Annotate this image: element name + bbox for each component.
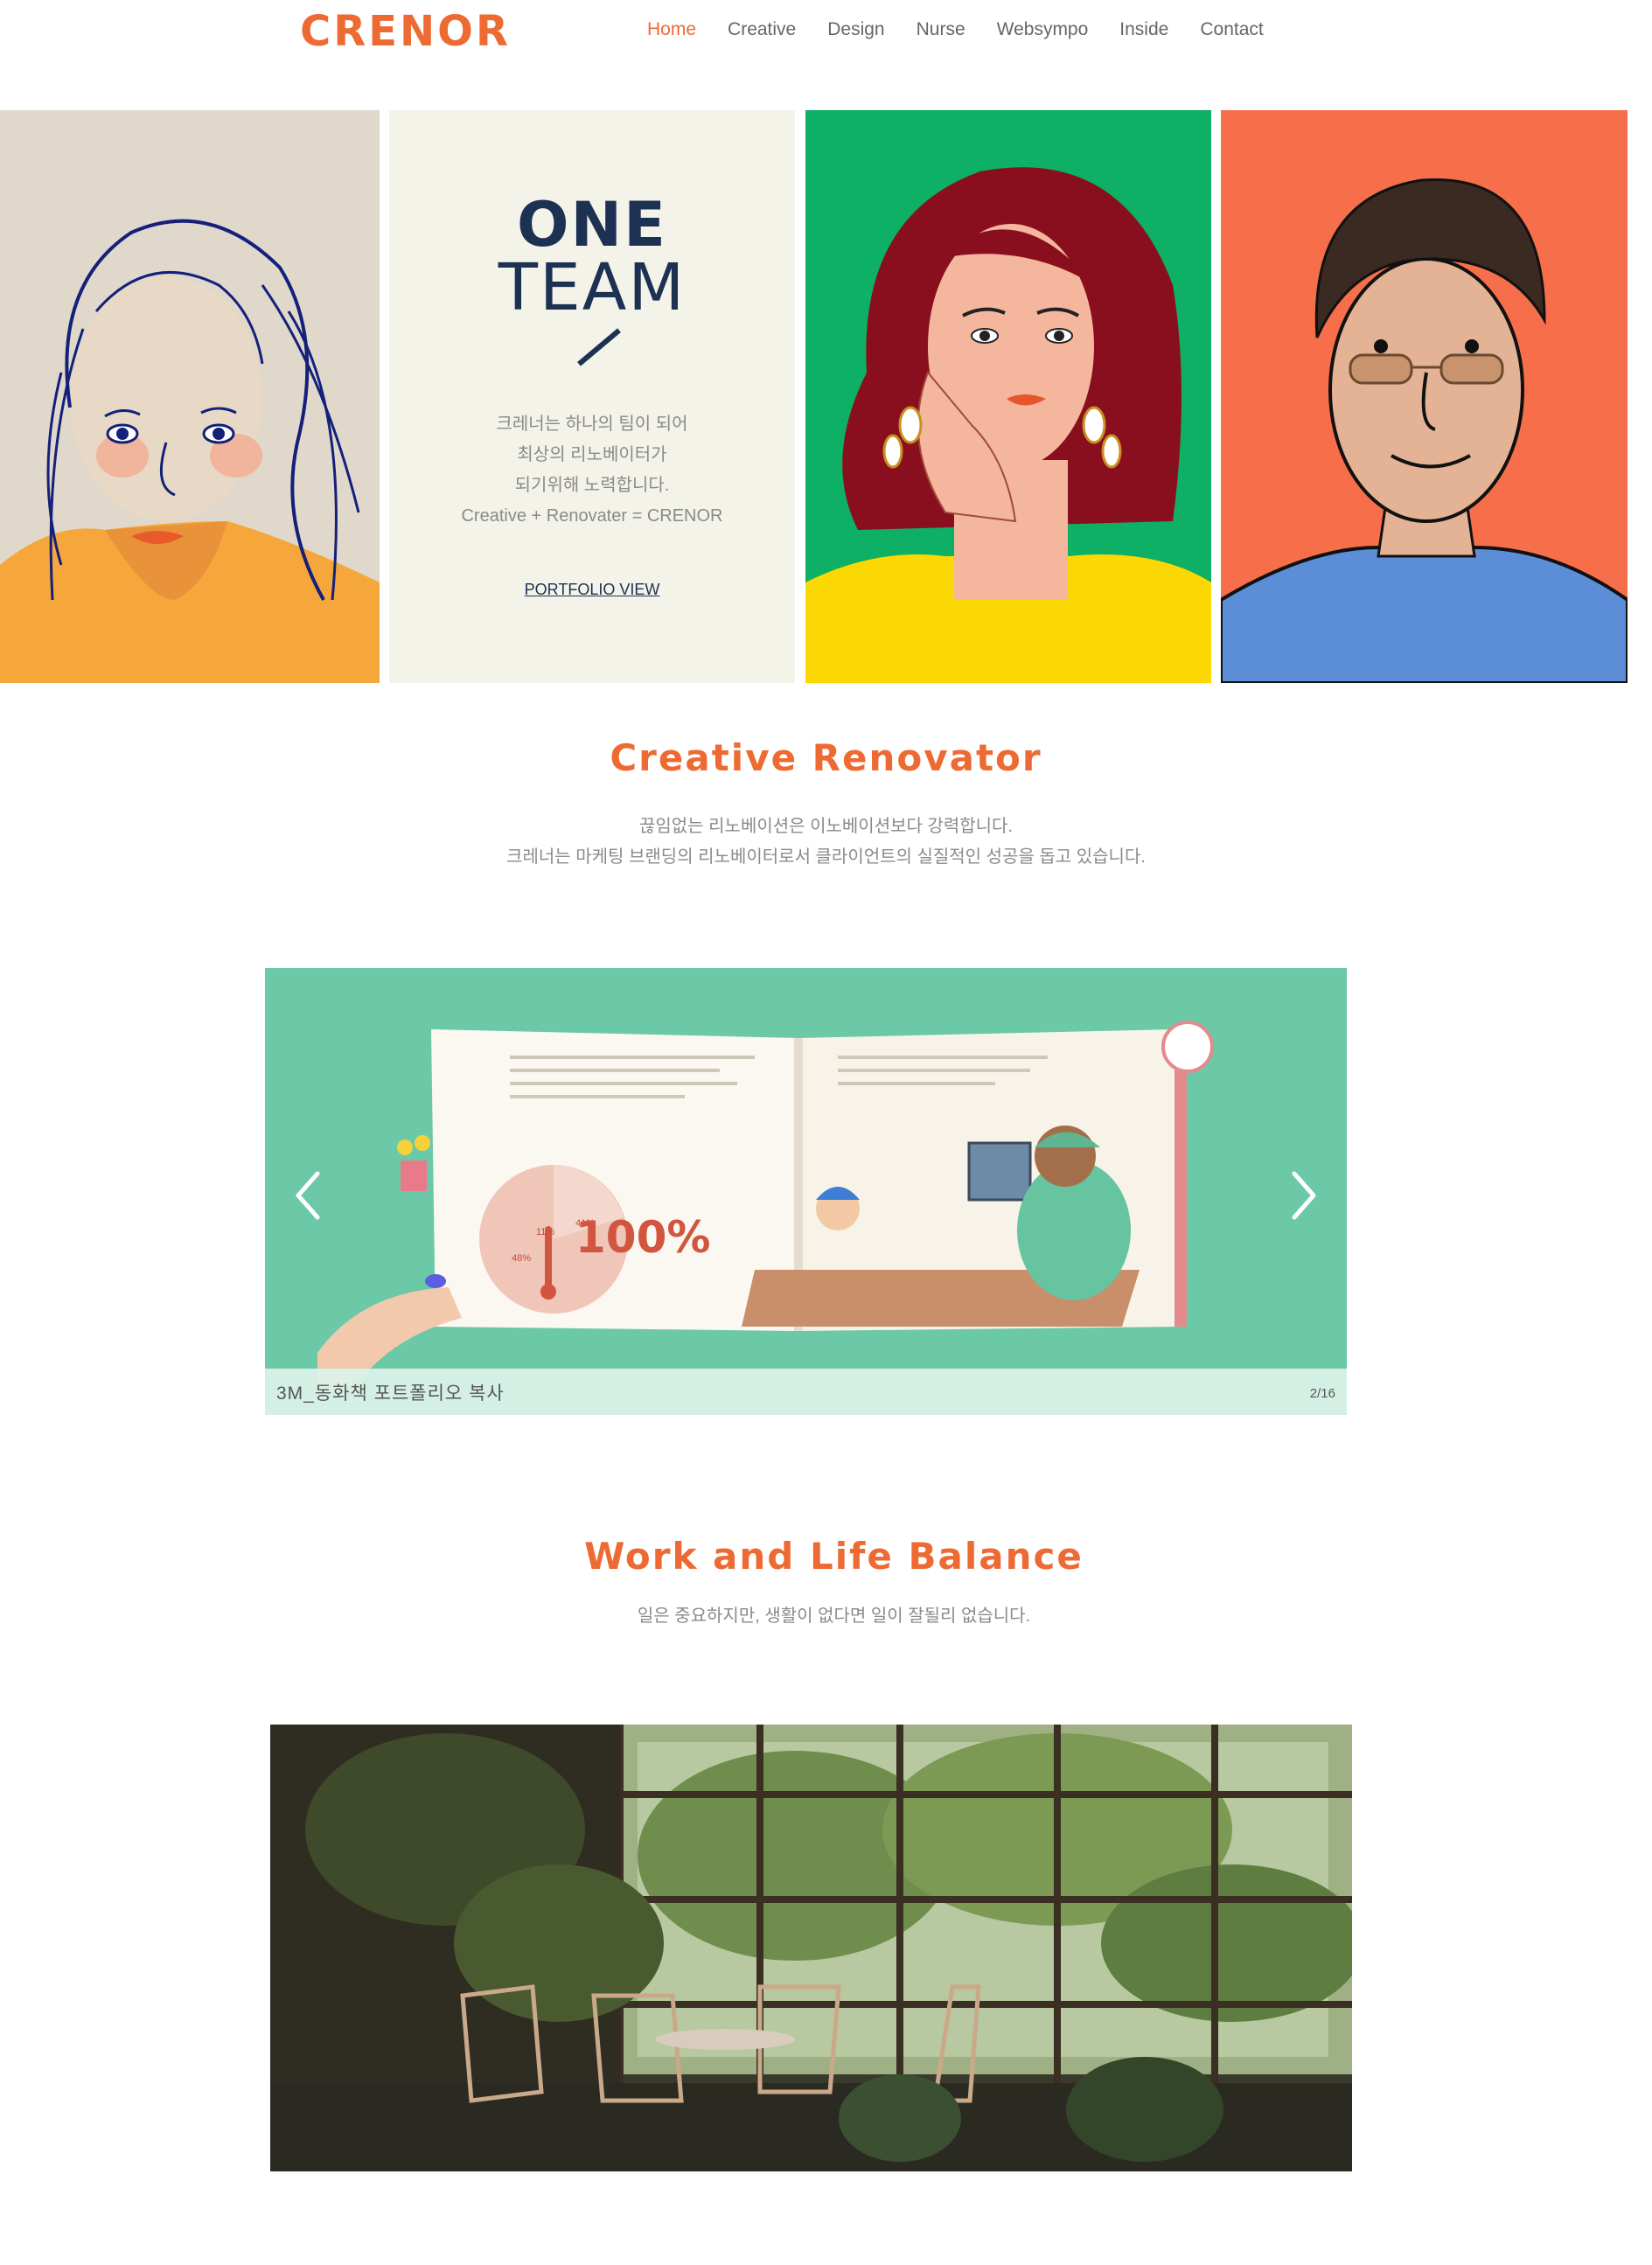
hero-illustration-woman-earrings — [805, 110, 1211, 683]
nav-creative[interactable]: Creative — [728, 19, 796, 40]
nav-websympo[interactable]: Websympo — [997, 19, 1089, 40]
section-text-line: 끊임없는 리노베이션은 이노베이션보다 강력합니다. — [638, 817, 1014, 836]
slash-divider — [577, 328, 621, 366]
slide-counter: 2/16 — [1309, 1386, 1335, 1401]
hero-intro-line: Creative + Renovater = CRENOR — [461, 506, 723, 526]
nav-inside[interactable]: Inside — [1119, 19, 1168, 40]
book-big-number: 100% — [575, 1212, 710, 1263]
hero-intro-line: 되기위해 노력합니다. — [514, 476, 670, 495]
slide-image-book: 11% 41% 48% 100% — [265, 968, 1347, 1415]
site-logo[interactable]: CRENOR — [300, 7, 511, 56]
nav-design[interactable]: Design — [827, 19, 884, 40]
chevron-right-icon[interactable] — [1286, 1169, 1321, 1222]
nav-nurse[interactable]: Nurse — [917, 19, 965, 40]
office-photo — [270, 1725, 1352, 2171]
section-text-line: 크레너는 마케팅 브랜딩의 리노베이터로서 클라이언트의 실질적인 성공을 돕고… — [506, 847, 1146, 867]
chevron-left-icon[interactable] — [291, 1169, 326, 1222]
portfolio-view-link[interactable]: PORTFOLIO VIEW — [389, 581, 795, 599]
nav-home[interactable]: Home — [647, 19, 696, 40]
slide-caption-bar: 3M_동화책 포트폴리오 복사 2/16 — [265, 1369, 1347, 1415]
hero-illustration-woman-sweater — [0, 110, 380, 683]
hero-heading-team: TEAM — [498, 250, 687, 325]
portfolio-slideshow[interactable]: 11% 41% 48% 100% 3M_동화책 포트폴리오 복사 2/16 — [265, 968, 1347, 1415]
pie-label: 48% — [512, 1253, 531, 1264]
nav-contact[interactable]: Contact — [1200, 19, 1263, 40]
hero-intro-line: 최상의 리노베이터가 — [517, 445, 667, 464]
slide-caption: 3M_동화책 포트폴리오 복사 — [276, 1383, 505, 1404]
hero-intro-line: 크레너는 하나의 팀이 되어 — [496, 415, 688, 434]
main-nav: Home Creative Design Nurse Websympo Insi… — [647, 19, 1295, 40]
section-text-line: 일은 중요하지만, 생활이 없다면 일이 잘될리 없습니다. — [637, 1606, 1031, 1626]
hero-intro-panel: ONE TEAM 크레너는 하나의 팀이 되어 최상의 리노베이터가 되기위해 … — [389, 110, 795, 683]
section-title-creative-renovator: Creative Renovator — [610, 736, 1042, 779]
hero-illustration-man-glasses — [1221, 110, 1628, 683]
section-title-work-life-balance: Work and Life Balance — [584, 1535, 1084, 1578]
